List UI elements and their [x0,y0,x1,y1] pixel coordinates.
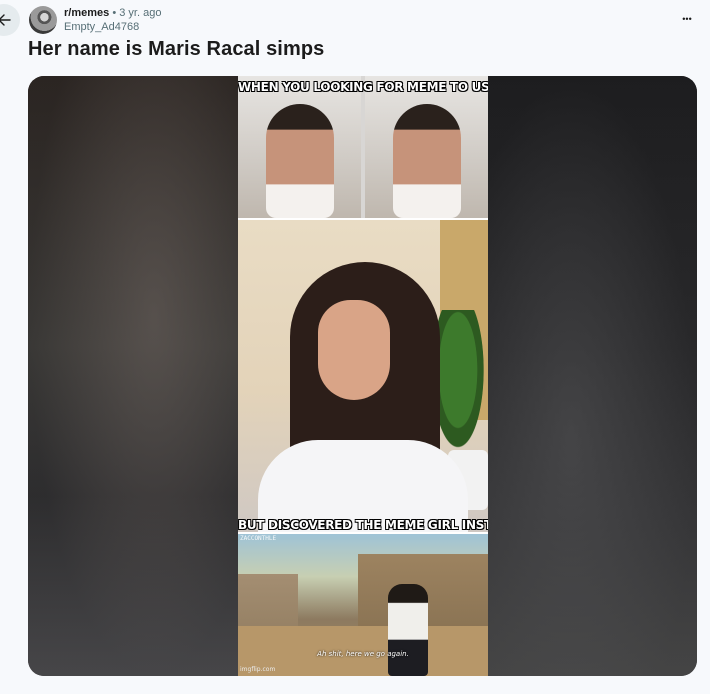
subreddit-link[interactable]: r/memes [64,7,109,19]
imgflip-credit: imgflip.com [240,666,276,673]
ellipsis-horizontal-icon: ••• [682,14,692,24]
arrow-left-icon [0,14,11,26]
meme-image[interactable]: WHEN YOU LOOKING FOR MEME TO USE BUT DIS… [238,76,488,676]
meme-frame-left [238,76,361,218]
back-button[interactable] [0,4,20,36]
post-media[interactable]: WHEN YOU LOOKING FOR MEME TO USE BUT DIS… [28,76,697,676]
more-options-button[interactable]: ••• [676,8,698,30]
meme-subtitle: Ah shit, here we go again. [317,650,409,658]
meta-separator: • [112,7,117,19]
media-blur-background-right [487,76,697,676]
post-meta: r/memes • 3 yr. ago Empty_Ad4768 [64,6,161,34]
post-title: Her name is Maris Racal simps [28,38,325,60]
media-blur-background-left [28,76,238,676]
meme-bottom-caption: BUT DISCOVERED THE MEME GIRL INSTEAD [238,518,488,532]
meme-panel-middle [238,220,488,532]
meme-watermark: ZACCONTHLE [240,535,277,542]
post-age: 3 yr. ago [119,7,162,19]
meme-frame-right [365,76,488,218]
subreddit-avatar[interactable] [29,6,57,34]
game-character-image [388,584,428,676]
girl-face-image [318,300,390,400]
meme-panel-top [238,76,488,218]
author-link[interactable]: Empty_Ad4768 [64,20,161,34]
meme-top-caption: WHEN YOU LOOKING FOR MEME TO USE [238,80,488,94]
